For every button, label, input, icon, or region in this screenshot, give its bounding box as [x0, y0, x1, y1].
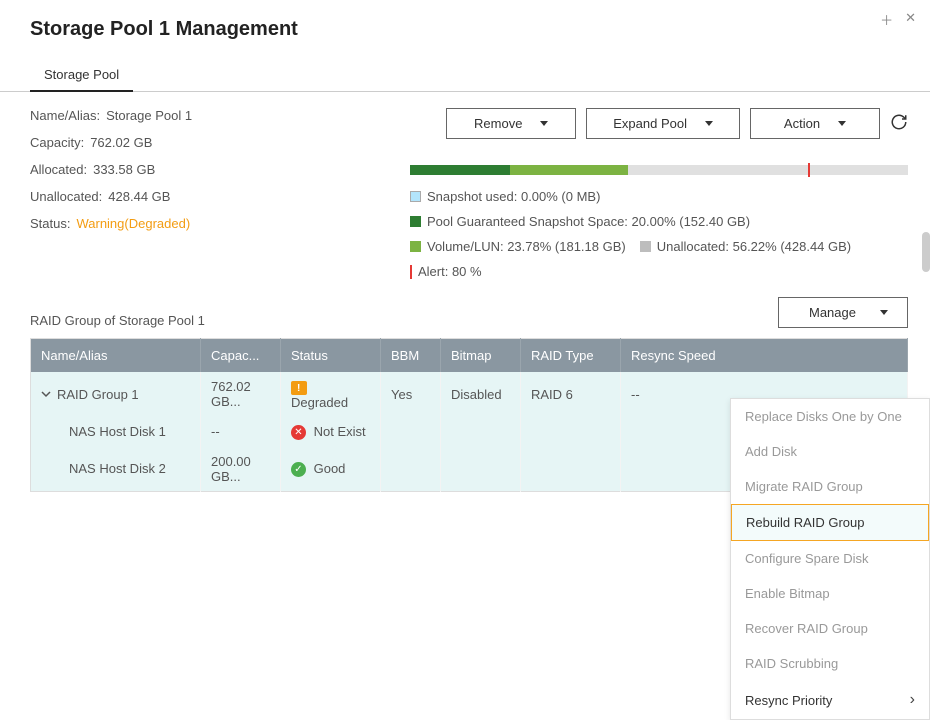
tab-bar: Storage Pool	[0, 59, 930, 92]
table-header[interactable]: Bitmap	[441, 339, 521, 373]
menu-item[interactable]: Resync Priority›	[731, 681, 929, 719]
table-header[interactable]: RAID Type	[521, 339, 621, 373]
legend-volume-unallocated: Volume/LUN: 23.78% (181.18 GB) Unallocat…	[410, 239, 908, 254]
info-unallocated: Unallocated:428.44 GB	[30, 189, 410, 204]
capacity-segment-volume	[510, 165, 628, 175]
manage-button[interactable]: Manage	[778, 297, 908, 328]
legend-pool-guaranteed: Pool Guaranteed Snapshot Space: 20.00% (…	[410, 214, 908, 229]
menu-item: Replace Disks One by One	[731, 399, 929, 434]
error-icon: ✕	[291, 425, 306, 440]
refresh-icon[interactable]	[890, 113, 908, 134]
legend-alert: Alert: 80 %	[410, 264, 908, 279]
caret-down-icon	[540, 121, 548, 126]
caret-down-icon	[880, 310, 888, 315]
swatch-icon	[410, 216, 421, 227]
status-badge: Warning(Degraded)	[76, 216, 190, 231]
scrollbar-thumb[interactable]	[922, 232, 930, 272]
swatch-icon	[410, 191, 421, 202]
warning-icon	[291, 381, 307, 395]
alert-threshold-marker	[808, 163, 810, 177]
menu-item: Migrate RAID Group	[731, 469, 929, 504]
menu-item: Recover RAID Group	[731, 611, 929, 646]
swatch-icon	[640, 241, 651, 252]
caret-down-icon	[838, 121, 846, 126]
info-status: Status:Warning(Degraded)	[30, 216, 410, 231]
swatch-icon	[410, 241, 421, 252]
raid-group-section-label: RAID Group of Storage Pool 1	[30, 313, 205, 328]
capacity-segment-snapshot	[410, 165, 510, 175]
page-title: Storage Pool 1 Management	[30, 18, 900, 41]
remove-button[interactable]: Remove	[446, 108, 576, 139]
menu-item: RAID Scrubbing	[731, 646, 929, 681]
chevron-right-icon: ›	[910, 691, 915, 709]
ok-icon: ✓	[291, 462, 306, 477]
table-header[interactable]: Status	[281, 339, 381, 373]
table-header[interactable]: Capac...	[201, 339, 281, 373]
table-header[interactable]: Resync Speed	[621, 339, 908, 373]
info-allocated: Allocated:333.58 GB	[30, 162, 410, 177]
window-close-icon[interactable]: ✕	[905, 10, 916, 29]
legend-snapshot-used: Snapshot used: 0.00% (0 MB)	[410, 189, 908, 204]
action-button[interactable]: Action	[750, 108, 880, 139]
expand-pool-button[interactable]: Expand Pool	[586, 108, 740, 139]
window-add-icon[interactable]: ＋	[880, 10, 893, 29]
table-header[interactable]: Name/Alias	[31, 339, 201, 373]
info-capacity: Capacity:762.02 GB	[30, 135, 410, 150]
caret-down-icon	[705, 121, 713, 126]
chevron-down-icon[interactable]	[41, 387, 51, 402]
info-name: Name/Alias:Storage Pool 1	[30, 108, 410, 123]
alert-bar-icon	[410, 265, 412, 279]
menu-item[interactable]: Rebuild RAID Group	[731, 504, 929, 541]
menu-item: Add Disk	[731, 434, 929, 469]
menu-item: Enable Bitmap	[731, 576, 929, 611]
manage-dropdown: Replace Disks One by OneAdd DiskMigrate …	[730, 398, 930, 720]
menu-item: Configure Spare Disk	[731, 541, 929, 576]
table-header[interactable]: BBM	[381, 339, 441, 373]
capacity-bar	[410, 165, 908, 175]
tab-storage-pool[interactable]: Storage Pool	[30, 59, 133, 92]
